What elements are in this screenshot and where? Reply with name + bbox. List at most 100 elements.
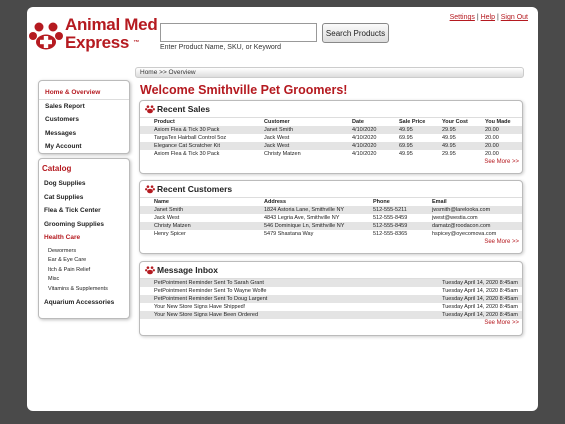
table-row[interactable]: Elegance Cat Scratcher Kit Jack West 4/10/… — [140, 142, 522, 150]
category-grooming-supplies[interactable]: Grooming Supplies — [39, 218, 129, 232]
table-cell: 512-555-8459 — [373, 215, 408, 221]
message-subject: PetPointment Reminder Sent To Wayne Wolf… — [154, 288, 267, 294]
table-cell: 4/10/2020 — [338, 142, 385, 150]
sidebar-item-sales-report[interactable]: Sales Report — [39, 100, 129, 114]
paw-icon — [145, 266, 155, 275]
column-header: Your Cost — [442, 119, 468, 125]
table-cell: Axiom Flea & Tick 30 Pack — [140, 126, 250, 134]
table-row[interactable]: Christy Matzen 546 Dominique Ln, Smithvil… — [140, 222, 522, 230]
table-cell: 20.00 — [471, 142, 522, 150]
paw-icon — [145, 185, 155, 194]
category-dog-supplies[interactable]: Dog Supplies — [39, 177, 129, 191]
search-hint: Enter Product Name, SKU, or Keyword — [160, 44, 281, 51]
sidebar-item-customers[interactable]: Customers — [39, 113, 129, 127]
top-links: Settings | Help | Sign Out — [450, 14, 528, 21]
message-inbox-panel: Message Inbox PetPointment Reminder Sent… — [139, 261, 523, 336]
help-link[interactable]: Help — [481, 14, 495, 21]
table-cell: Jack West — [250, 142, 338, 150]
app-window: Animal Med Express ™ Enter Product Name,… — [27, 7, 538, 411]
category-cat-supplies[interactable]: Cat Supplies — [39, 191, 129, 205]
breadcrumb: Home >> Overview — [135, 67, 524, 78]
message-date: Tuesday April 14, 2020 8:45am — [442, 288, 518, 294]
subcategory-itch-pain-relief[interactable]: Itch & Pain Relief — [39, 266, 129, 276]
table-header-row: Name Address Phone Email — [140, 198, 522, 206]
message-inbox-table: PetPointment Reminder Sent To Sarah Gran… — [140, 279, 522, 319]
health-care-subcategories: Dewormers Ear & Eye Care Itch & Pain Rel… — [39, 244, 129, 296]
settings-link[interactable]: Settings — [450, 14, 475, 21]
see-more-link[interactable]: See More >> — [140, 158, 522, 167]
page-title: Welcome Smithville Pet Groomers! — [140, 83, 348, 97]
link-separator: | — [496, 14, 499, 21]
message-date: Tuesday April 14, 2020 8:45am — [380, 279, 522, 287]
table-cell: damatz@roodacon.com — [418, 222, 522, 230]
sign-out-link[interactable]: Sign Out — [501, 14, 528, 21]
table-cell: 20.00 — [471, 126, 522, 134]
paw-icon — [145, 105, 155, 114]
table-cell: 69.95 — [399, 135, 413, 141]
subcategory-misc[interactable]: Misc — [39, 275, 129, 285]
column-header: Customer — [264, 119, 290, 125]
message-row[interactable]: PetPointment Reminder Sent To Doug Large… — [140, 295, 522, 303]
message-row[interactable]: Your New Store Signs Have Shipped! Tuesda… — [140, 303, 522, 311]
message-row[interactable]: PetPointment Reminder Sent To Sarah Gran… — [140, 279, 522, 287]
table-cell: Christy Matzen — [264, 151, 301, 157]
table-cell: 69.95 — [385, 142, 428, 150]
main-nav: Home & Overview Sales Report Customers M… — [38, 80, 130, 154]
table-header-row: Product Customer Date Sale Price Your Co… — [140, 118, 522, 126]
column-header: Address — [264, 199, 287, 205]
paw-cross-logo-icon — [29, 22, 63, 50]
link-separator: | — [476, 14, 479, 21]
table-cell: 20.00 — [485, 135, 499, 141]
sidebar-item-home-overview[interactable]: Home & Overview — [39, 86, 129, 100]
see-more-link[interactable]: See More >> — [140, 319, 522, 328]
search-products-button[interactable]: Search Products — [322, 23, 389, 43]
table-cell: jwsmith@larelooka.com — [418, 206, 522, 214]
message-inbox-title: Message Inbox — [157, 265, 218, 275]
table-row[interactable]: Janet Smith 1824 Astoria Lane, Smithville… — [140, 206, 522, 214]
table-cell: Axiom Flea & Tick 30 Pack — [154, 151, 220, 157]
recent-sales-title: Recent Sales — [157, 104, 210, 114]
table-cell: 29.95 — [428, 126, 471, 134]
table-cell: Christy Matzen — [140, 222, 250, 230]
table-cell: Jack West — [154, 215, 180, 221]
table-cell: hspicey@oyecomova.com — [432, 231, 497, 237]
search-input[interactable] — [160, 23, 317, 42]
column-header: Name — [154, 199, 169, 205]
recent-customers-title: Recent Customers — [157, 184, 233, 194]
category-health-care[interactable]: Health Care — [39, 231, 129, 245]
table-cell: 512-555-5211 — [359, 206, 418, 214]
category-aquarium-accessories[interactable]: Aquarium Accessories — [39, 296, 129, 310]
table-cell: Henry Spicer — [154, 231, 186, 237]
subcategory-dewormers[interactable]: Dewormers — [39, 247, 129, 257]
sidebar: Home & Overview Sales Report Customers M… — [38, 80, 130, 319]
message-date: Tuesday April 14, 2020 8:45am — [380, 295, 522, 303]
message-date: Tuesday April 14, 2020 8:45am — [442, 304, 518, 310]
subcategory-vitamins-supplements[interactable]: Vitamins & Supplements — [39, 285, 129, 295]
recent-sales-table: Product Customer Date Sale Price Your Co… — [140, 118, 522, 158]
table-row[interactable]: Jack West 4843 Legria Ave, Smithville NY 5… — [140, 214, 522, 222]
sidebar-item-messages[interactable]: Messages — [39, 127, 129, 141]
message-date: Tuesday April 14, 2020 8:45am — [380, 311, 522, 319]
table-row[interactable]: Axiom Flea & Tick 30 Pack Christy Matzen 4… — [140, 150, 522, 158]
logo[interactable]: Animal Med Express ™ — [29, 16, 158, 56]
table-cell: jwest@westia.com — [432, 215, 478, 221]
message-row[interactable]: PetPointment Reminder Sent To Wayne Wolf… — [140, 287, 522, 295]
table-cell: 49.95 — [428, 142, 471, 150]
sidebar-item-my-account[interactable]: My Account — [39, 140, 129, 154]
see-more-link[interactable]: See More >> — [140, 238, 522, 247]
table-cell: 5479 Shastana Way — [264, 231, 314, 237]
subcategory-ear-eye-care[interactable]: Ear & Eye Care — [39, 256, 129, 266]
catalog-nav: Catalog Dog Supplies Cat Supplies Flea &… — [38, 158, 130, 319]
table-cell: 4/10/2020 — [338, 126, 385, 134]
table-row[interactable]: TargaTex Hairball Control 5oz Jack West 4/… — [140, 134, 522, 142]
catalog-title: Catalog — [42, 164, 72, 173]
table-cell: 1824 Astoria Lane, Smithville NY — [250, 206, 359, 214]
table-row[interactable]: Axiom Flea & Tick 30 Pack Janet Smith 4/10… — [140, 126, 522, 134]
table-row[interactable]: Henry Spicer 5479 Shastana Way 512-555-836… — [140, 230, 522, 238]
panel-header: Recent Customers — [140, 181, 522, 198]
table-cell: 4/10/2020 — [352, 135, 377, 141]
table-cell: 49.95 — [442, 135, 456, 141]
category-flea-tick-center[interactable]: Flea & Tick Center — [39, 204, 129, 218]
message-row[interactable]: Your New Store Signs Have Been Ordered Tu… — [140, 311, 522, 319]
column-header: Product — [154, 119, 175, 125]
